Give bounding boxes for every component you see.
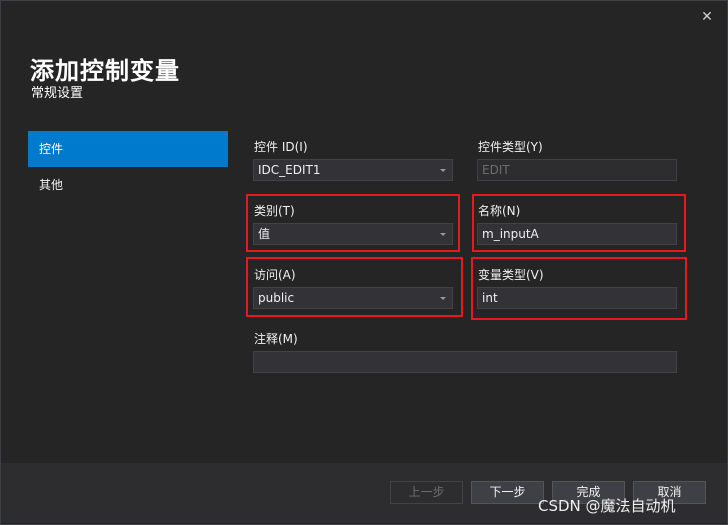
dialog-title: 添加控制变量	[30, 57, 180, 85]
category-label: 类别(T)	[254, 204, 295, 218]
name-label: 名称(N)	[478, 204, 521, 218]
add-control-variable-dialog: ✕ 添加控制变量 常规设置 控件 其他 控件 ID(I) IDC_EDIT1 控…	[0, 0, 728, 525]
control-id-combo[interactable]: IDC_EDIT1	[253, 159, 453, 181]
control-id-label: 控件 ID(I)	[254, 140, 308, 154]
next-button[interactable]: 下一步	[471, 481, 544, 504]
category-combo[interactable]: 值	[253, 223, 453, 245]
sidebar-nav: 控件 其他	[28, 131, 228, 203]
close-icon[interactable]: ✕	[697, 7, 717, 27]
var-type-input[interactable]: int	[477, 287, 677, 309]
prev-button[interactable]: 上一步	[390, 481, 463, 504]
control-type-field: EDIT	[477, 159, 677, 181]
csdn-watermark: CSDN @魔法自动机	[538, 497, 676, 515]
dialog-subtitle: 常规设置	[31, 86, 84, 101]
control-type-label: 控件类型(Y)	[478, 140, 543, 154]
name-input[interactable]: m_inputA	[477, 223, 677, 245]
access-label: 访问(A)	[254, 268, 296, 282]
access-combo[interactable]: public	[253, 287, 453, 309]
comment-input[interactable]	[253, 351, 677, 373]
nav-item-other[interactable]: 其他	[28, 167, 228, 203]
nav-item-control[interactable]: 控件	[28, 131, 228, 167]
var-type-label: 变量类型(V)	[478, 268, 544, 282]
comment-label: 注释(M)	[254, 332, 298, 346]
